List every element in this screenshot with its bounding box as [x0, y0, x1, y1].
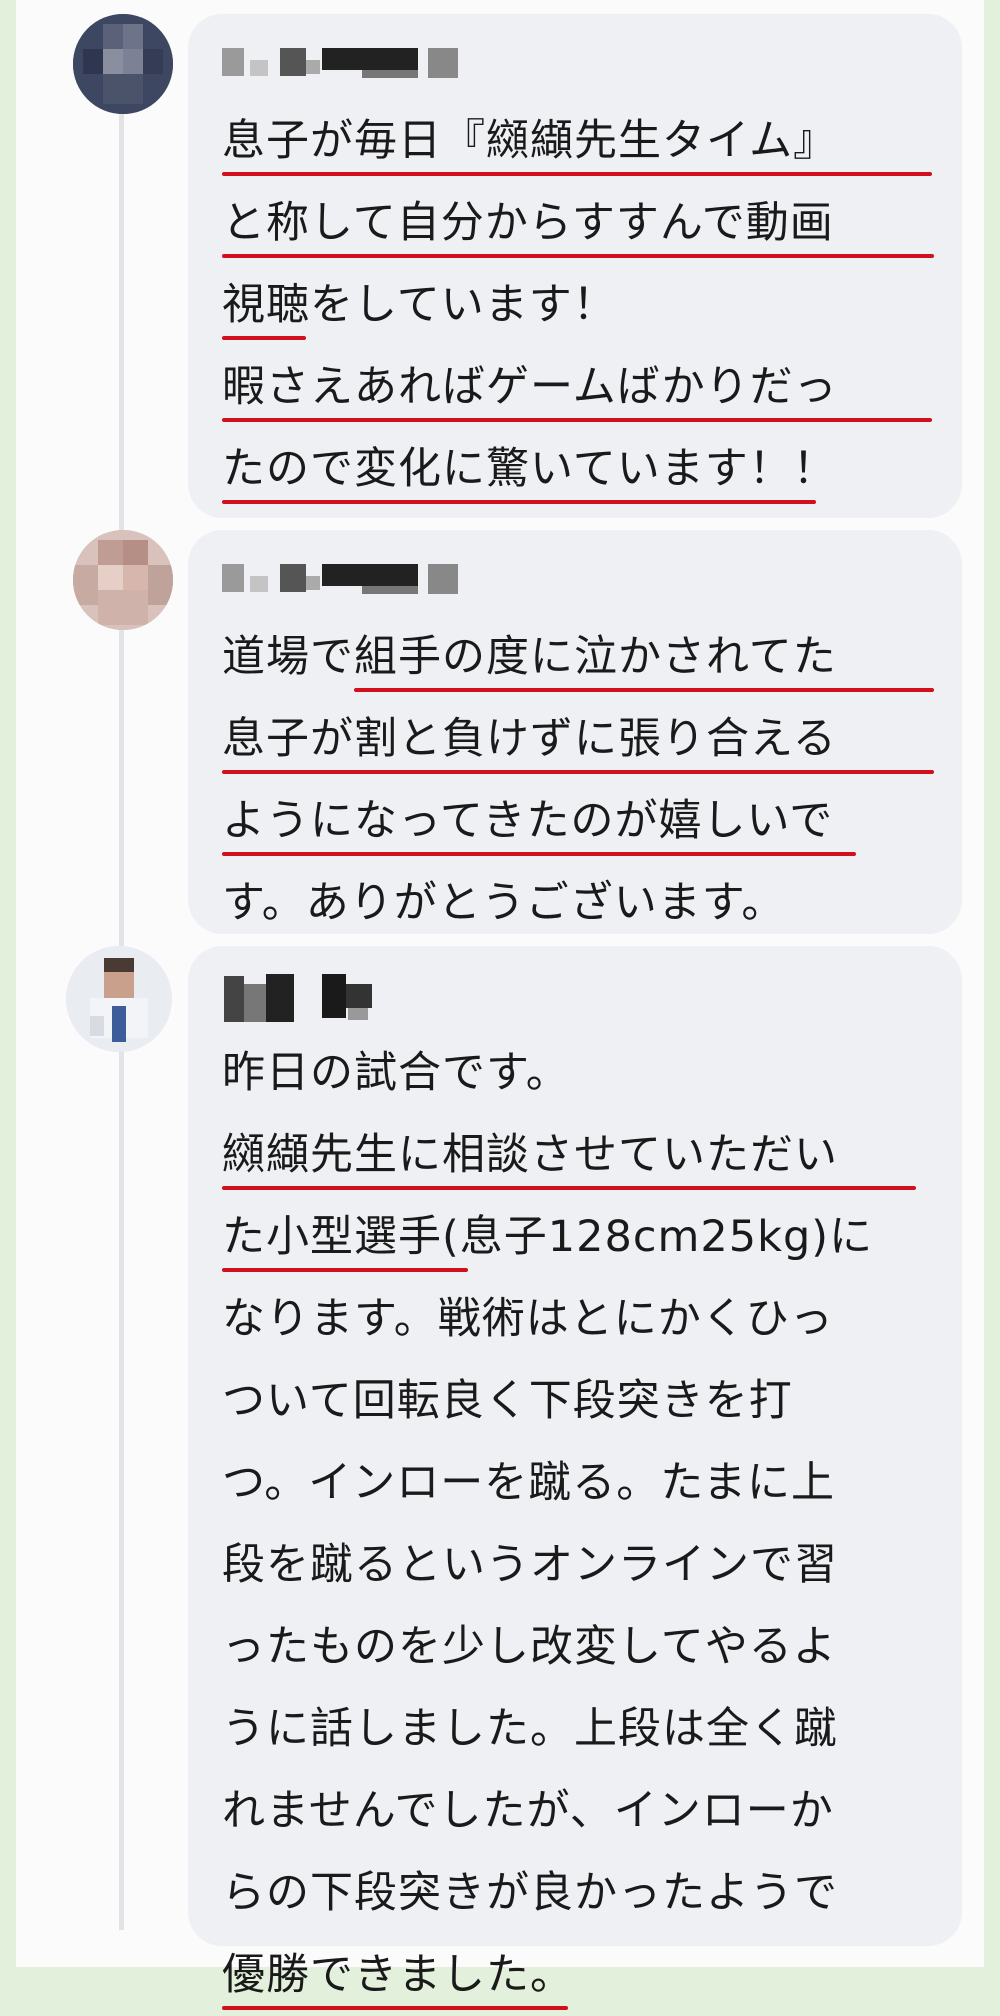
comment-line: 昨日の試合です。	[222, 1048, 570, 1098]
comment-line: たので変化に驚いています！！	[222, 428, 942, 510]
avatar-pixelated-photo	[66, 946, 172, 1052]
comment-line: つ。インローを蹴る。たまに上	[222, 1458, 835, 1508]
comment-thread-panel: 息子が毎日『纐纈先生タイム』 と称して自分からすすんで動画 視聴をしています！ …	[16, 0, 984, 2010]
commenter-avatar[interactable]	[73, 530, 173, 630]
comment-line: す。ありがとうございます。	[222, 878, 786, 928]
comment-bubble: 息子が毎日『纐纈先生タイム』 と称して自分からすすんで動画 視聴をしています！ …	[188, 14, 962, 518]
highlight-underline	[222, 1268, 468, 1272]
highlight-underline	[222, 418, 932, 422]
comment-line: 息子が割と負けずに張り合える	[222, 698, 942, 780]
comment-line: らの下段突きが良かったようで	[222, 1868, 838, 1918]
commenter-name-redacted	[222, 38, 522, 90]
comment-line: と称して自分からすすんで動画	[222, 182, 942, 264]
highlight-underline	[222, 336, 306, 340]
comment-text: 息子が毎日『纐纈先生タイム』 と称して自分からすすんで動画 視聴をしています！ …	[222, 100, 942, 510]
comment-line: なります。戦術はとにかくひっ	[222, 1294, 834, 1344]
commenter-name-redacted	[222, 970, 522, 1022]
commenter-avatar[interactable]	[73, 14, 173, 114]
comment-line: 息子が毎日『纐纈先生タイム』	[222, 100, 942, 182]
comment-line: 優勝できました。	[222, 1934, 942, 2016]
comment-line: ついて回転良く下段突きを打	[222, 1376, 793, 1426]
comment-line: れませんでしたが、インローか	[222, 1786, 834, 1836]
avatar-pixelated-photo	[73, 530, 173, 630]
comment-line: ようになってきたのが嬉しいで	[222, 780, 942, 862]
commenter-avatar[interactable]	[66, 946, 172, 1052]
comment-line: 纐纈先生に相談させていただい	[222, 1114, 942, 1196]
comment-line: うに話しました。上段は全く蹴	[222, 1704, 838, 1754]
highlight-underline	[222, 1186, 916, 1190]
commenter-name-redacted	[222, 554, 522, 606]
comment-bubble: 昨日の試合です。 纐纈先生に相談させていただい た小型選手(息子128cm25k…	[188, 946, 962, 2010]
comment-line: ったものを少し改変してやるよ	[222, 1622, 837, 1672]
comment-line: 道場で組手の度に泣かされてた	[222, 616, 942, 698]
highlight-underline	[222, 852, 856, 856]
highlight-underline	[222, 770, 934, 774]
highlight-underline	[354, 688, 934, 692]
comment-line: 視聴をしています！	[222, 264, 942, 346]
highlight-underline	[222, 254, 934, 258]
comment-text: 昨日の試合です。 纐纈先生に相談させていただい た小型選手(息子128cm25k…	[222, 1032, 942, 2016]
highlight-underline	[222, 2006, 568, 2010]
highlight-underline	[222, 500, 816, 504]
highlight-underline	[222, 172, 932, 176]
avatar-pixelated-photo	[73, 14, 173, 114]
comment-text: 道場で組手の度に泣かされてた 息子が割と負けずに張り合える ようになってきたのが…	[222, 616, 942, 944]
comment-line: 暇さえあればゲームばかりだっ	[222, 346, 942, 428]
comment-bubble: 道場で組手の度に泣かされてた 息子が割と負けずに張り合える ようになってきたのが…	[188, 530, 962, 934]
comment-line: 段を蹴るというオンラインで習	[222, 1540, 838, 1590]
comment-line: た小型選手(息子128cm25kg)に	[222, 1196, 942, 1278]
